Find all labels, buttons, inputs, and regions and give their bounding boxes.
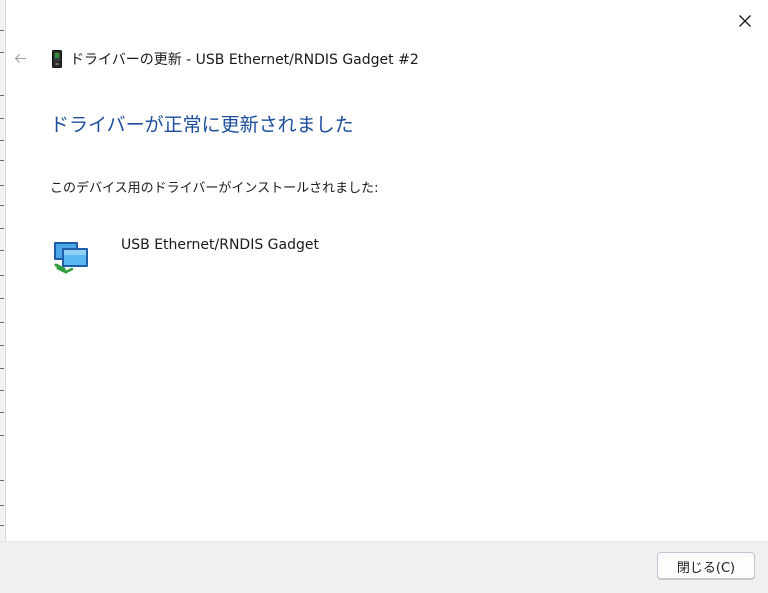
device-name: USB Ethernet/RNDIS Gadget <box>121 237 319 253</box>
background-window-edge <box>0 0 6 593</box>
close-button[interactable]: 閉じる(C) <box>657 552 755 580</box>
usb-device-icon <box>52 50 62 68</box>
installed-message: このデバイス用のドライバーがインストールされました: <box>50 181 379 196</box>
success-heading: ドライバーが正常に更新されました <box>50 114 354 136</box>
dialog-footer: 閉じる(C) <box>0 541 768 593</box>
back-button[interactable] <box>12 50 28 66</box>
back-arrow-icon <box>14 53 26 63</box>
close-icon <box>739 15 751 27</box>
network-adapter-icon <box>54 242 88 274</box>
dialog-header: ドライバーの更新 - USB Ethernet/RNDIS Gadget #2 <box>52 49 419 69</box>
close-window-button[interactable] <box>728 8 762 34</box>
dialog-title: ドライバーの更新 - USB Ethernet/RNDIS Gadget #2 <box>70 52 419 68</box>
driver-update-dialog: ドライバーの更新 - USB Ethernet/RNDIS Gadget #2 … <box>0 0 768 593</box>
